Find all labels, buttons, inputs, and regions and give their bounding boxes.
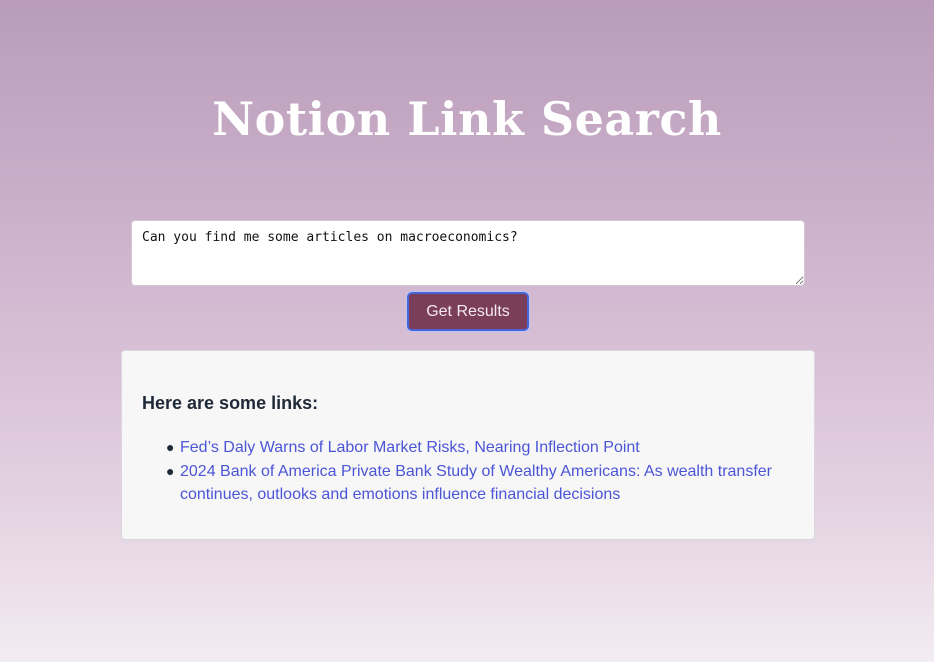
get-results-button[interactable]: Get Results xyxy=(407,292,529,331)
list-item: ● 2024 Bank of America Private Bank Stud… xyxy=(166,460,794,507)
results-panel: Here are some links: ● Fed’s Daly Warns … xyxy=(121,350,815,540)
bullet-icon: ● xyxy=(166,462,175,479)
list-item: ● Fed’s Daly Warns of Labor Market Risks… xyxy=(166,436,794,460)
result-link[interactable]: 2024 Bank of America Private Bank Study … xyxy=(180,463,772,504)
results-list: ● Fed’s Daly Warns of Labor Market Risks… xyxy=(142,436,794,507)
bullet-icon: ● xyxy=(166,439,175,455)
result-link[interactable]: Fed’s Daly Warns of Labor Market Risks, … xyxy=(180,439,640,456)
page-title: Notion Link Search xyxy=(212,92,722,146)
query-input[interactable]: Can you find me some articles on macroec… xyxy=(131,220,805,286)
results-heading: Here are some links: xyxy=(142,393,319,413)
